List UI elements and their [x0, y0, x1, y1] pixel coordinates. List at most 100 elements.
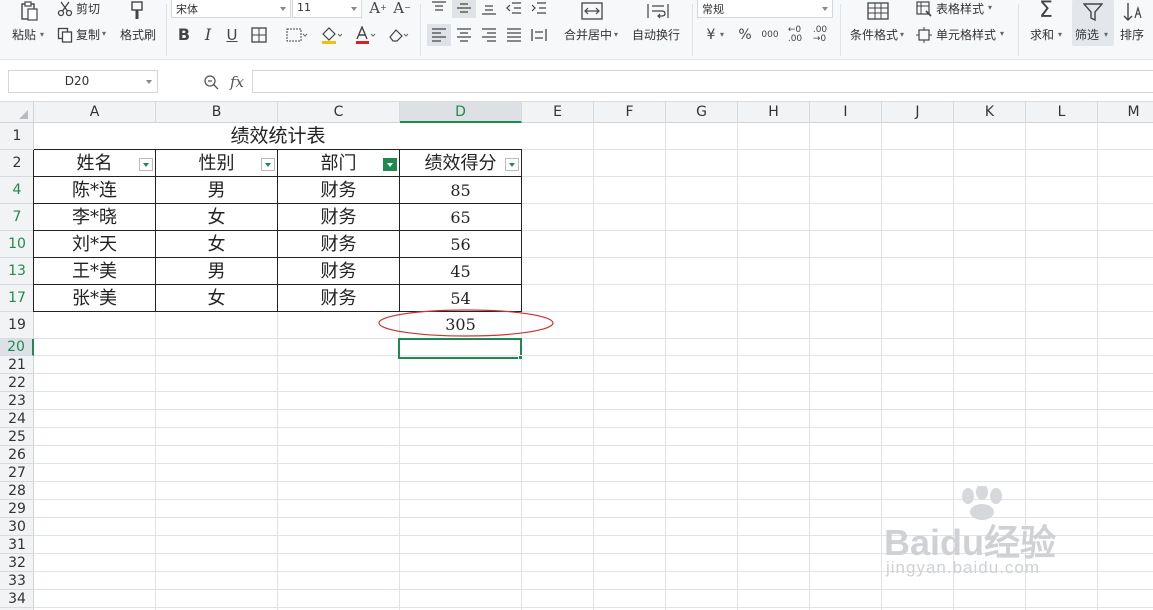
filter-active-icon[interactable]	[383, 158, 397, 171]
data-cell[interactable]: 财务	[278, 259, 399, 284]
align-middle-icon[interactable]	[452, 0, 476, 18]
row-header-17[interactable]: 17	[0, 285, 34, 312]
copy-button[interactable]: 复制 ▾	[54, 26, 110, 44]
data-cell[interactable]: 财务	[278, 232, 399, 257]
font-size-select[interactable]: 11	[292, 0, 362, 18]
column-header-c[interactable]: C	[278, 102, 400, 123]
row-header-22[interactable]: 22	[0, 374, 34, 392]
header-cell[interactable]: 部门	[278, 151, 399, 176]
column-header-k[interactable]: K	[954, 102, 1026, 123]
filter-dropdown-icon[interactable]	[261, 158, 275, 171]
row-header-24[interactable]: 24	[0, 410, 34, 428]
name-box[interactable]: D20	[8, 70, 158, 93]
increase-decimal-icon[interactable]: ←0.00	[784, 25, 806, 45]
column-header-m[interactable]: M	[1098, 102, 1153, 123]
align-top-icon[interactable]	[428, 0, 450, 18]
column-header-d[interactable]: D	[400, 102, 522, 123]
sum-button[interactable]: Σ 求和 ▾	[1024, 0, 1068, 46]
row-header-26[interactable]: 26	[0, 446, 34, 464]
column-header-b[interactable]: B	[156, 102, 278, 123]
filter-dropdown-icon[interactable]	[139, 158, 153, 171]
cell-style-button[interactable]: 单元格样式 ▾	[914, 26, 1014, 44]
select-all-corner[interactable]	[0, 102, 34, 123]
row-header-29[interactable]: 29	[0, 500, 34, 518]
row-header-34[interactable]: 34	[0, 590, 34, 608]
justify-icon[interactable]	[503, 24, 525, 46]
data-cell[interactable]: 王*美	[34, 259, 155, 284]
cut-button[interactable]: 剪切	[54, 0, 106, 18]
increase-indent-icon[interactable]	[528, 0, 550, 18]
bold-button[interactable]: B	[174, 25, 194, 45]
data-cell[interactable]: 男	[156, 178, 277, 203]
table-title[interactable]: 绩效统计表	[34, 123, 522, 149]
data-cell[interactable]: 女	[156, 205, 277, 230]
conditional-format-button[interactable]: 条件格式 ▾	[846, 0, 910, 46]
currency-button[interactable]: ¥	[700, 25, 722, 45]
align-center-icon[interactable]	[453, 24, 475, 46]
increase-font-icon[interactable]: A +	[368, 0, 388, 18]
row-header-32[interactable]: 32	[0, 554, 34, 572]
data-cell[interactable]: 李*晓	[34, 205, 155, 230]
percent-button[interactable]: %	[734, 25, 756, 45]
wrap-text-button[interactable]: 自动换行	[630, 0, 686, 46]
zoom-icon[interactable]	[201, 72, 221, 92]
font-color-icon[interactable]	[352, 25, 378, 45]
number-format-select[interactable]: 常规	[697, 0, 833, 18]
row-header-30[interactable]: 30	[0, 518, 34, 536]
decrease-font-icon[interactable]: A −	[392, 0, 412, 18]
column-header-h[interactable]: H	[738, 102, 810, 123]
underline-button[interactable]: U	[222, 25, 242, 45]
decrease-indent-icon[interactable]	[503, 0, 525, 18]
row-header-20[interactable]: 20	[0, 339, 34, 356]
data-cell[interactable]: 财务	[278, 178, 399, 203]
row-header-4[interactable]: 4	[0, 177, 34, 204]
row-header-31[interactable]: 31	[0, 536, 34, 554]
row-header-10[interactable]: 10	[0, 231, 34, 258]
decrease-decimal-icon[interactable]: .00 →0	[809, 25, 831, 45]
row-header-21[interactable]: 21	[0, 356, 34, 374]
data-cell[interactable]: 陈*连	[34, 178, 155, 203]
thousands-button[interactable]: 000	[759, 25, 781, 45]
row-header-19[interactable]: 19	[0, 312, 34, 339]
filter-button[interactable]: 筛选 ▾	[1072, 0, 1114, 46]
data-cell[interactable]: 男	[156, 259, 277, 284]
header-cell[interactable]: 姓名	[34, 151, 155, 176]
row-header-7[interactable]: 7	[0, 204, 34, 231]
row-header-1[interactable]: 1	[0, 123, 34, 150]
header-cell[interactable]: 绩效得分	[400, 151, 521, 176]
data-cell[interactable]: 张*美	[34, 286, 155, 311]
table-style-button[interactable]: 表格样式 ▾	[914, 0, 1004, 18]
column-header-a[interactable]: A	[34, 102, 156, 123]
fill-color-icon[interactable]	[318, 25, 344, 45]
paste-button[interactable]: 粘贴 ▾	[8, 0, 48, 46]
fill-pattern-icon[interactable]	[284, 25, 310, 45]
data-cell[interactable]: 女	[156, 232, 277, 257]
font-name-select[interactable]: 宋体	[171, 0, 291, 18]
filter-dropdown-icon[interactable]	[505, 158, 519, 171]
row-header-28[interactable]: 28	[0, 482, 34, 500]
score-cell[interactable]: 65	[400, 205, 521, 230]
row-header-2[interactable]: 2	[0, 150, 34, 177]
row-header-13[interactable]: 13	[0, 258, 34, 285]
clear-format-icon[interactable]	[386, 25, 412, 45]
score-cell[interactable]: 85	[400, 178, 521, 203]
data-cell[interactable]: 女	[156, 286, 277, 311]
italic-button[interactable]: I	[198, 25, 218, 45]
active-cell-selection[interactable]	[398, 338, 522, 359]
row-header-23[interactable]: 23	[0, 392, 34, 410]
distributed-icon[interactable]	[528, 24, 550, 46]
column-header-f[interactable]: F	[594, 102, 666, 123]
column-header-g[interactable]: G	[666, 102, 738, 123]
sort-button[interactable]: 排序	[1116, 0, 1153, 46]
function-icon[interactable]: fx	[225, 72, 249, 92]
score-cell[interactable]: 56	[400, 232, 521, 257]
column-header-i[interactable]: I	[810, 102, 882, 123]
align-right-icon[interactable]	[478, 24, 500, 46]
score-cell[interactable]: 45	[400, 259, 521, 284]
column-header-j[interactable]: J	[882, 102, 954, 123]
header-cell[interactable]: 性别	[156, 151, 277, 176]
data-cell[interactable]: 财务	[278, 205, 399, 230]
merge-center-button[interactable]: 合并居中 ▾	[560, 0, 624, 46]
align-bottom-icon[interactable]	[478, 0, 500, 18]
data-cell[interactable]: 刘*天	[34, 232, 155, 257]
